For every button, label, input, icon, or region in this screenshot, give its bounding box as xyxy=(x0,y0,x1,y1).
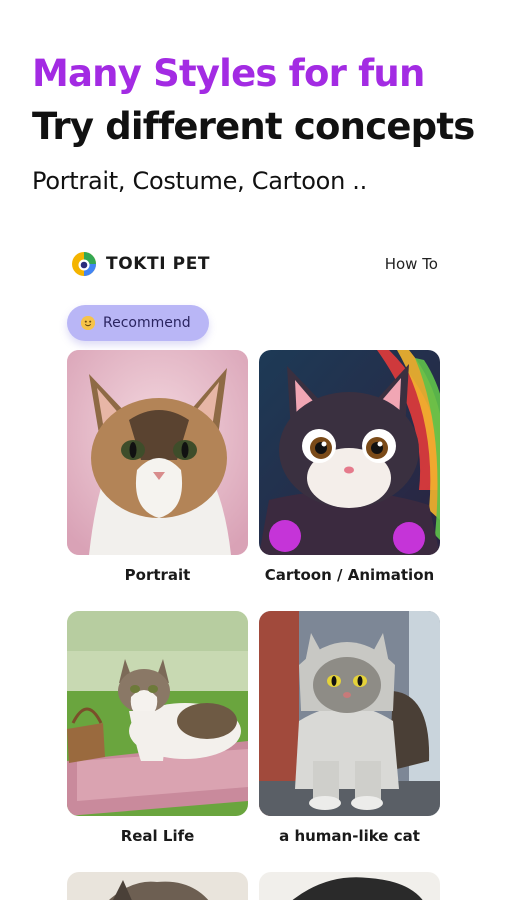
headline-main: Try different concepts xyxy=(32,105,475,148)
style-card-cartoon[interactable]: Cartoon / Animation xyxy=(259,350,440,584)
style-card-partial-left[interactable] xyxy=(67,872,248,900)
how-to-link[interactable]: How To xyxy=(385,255,438,273)
style-card-portrait[interactable]: Portrait xyxy=(67,350,248,584)
recommend-chip[interactable]: Recommend xyxy=(67,305,209,341)
style-card-label: Real Life xyxy=(120,827,195,845)
human-like-cat-thumbnail xyxy=(259,611,440,816)
style-card-partial-right[interactable] xyxy=(259,872,440,900)
brand-name: TOKTI PET xyxy=(106,254,211,274)
style-card-label: Portrait xyxy=(124,566,191,584)
portrait-thumbnail xyxy=(67,350,248,555)
brand: TOKTI PET xyxy=(70,250,210,278)
style-card-human-like-cat[interactable]: a human-like cat xyxy=(259,611,440,845)
promo-headline: Many Styles for fun Try different concep… xyxy=(32,50,502,197)
headline-accent: Many Styles for fun xyxy=(32,52,425,95)
partial-thumbnail-right xyxy=(259,872,440,900)
style-card-real-life[interactable]: Real Life xyxy=(67,611,248,845)
partial-thumbnail-left xyxy=(67,872,248,900)
real-life-thumbnail xyxy=(67,611,248,816)
headline-subline: Portrait, Costume, Cartoon .. xyxy=(32,167,367,195)
smile-emoji-icon xyxy=(81,316,95,330)
brand-logo-icon xyxy=(70,250,98,278)
style-card-label: a human-like cat xyxy=(279,827,420,845)
style-card-label: Cartoon / Animation xyxy=(264,566,435,584)
app-bar: TOKTI PET How To xyxy=(70,248,440,280)
recommend-chip-label: Recommend xyxy=(103,315,191,331)
cartoon-thumbnail xyxy=(259,350,440,555)
